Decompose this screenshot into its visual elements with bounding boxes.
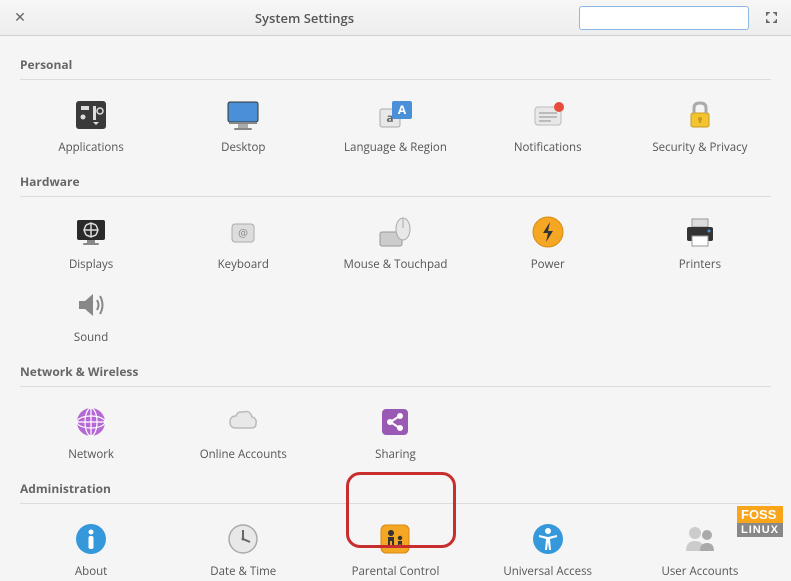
lock-icon — [681, 96, 719, 134]
search-field[interactable] — [579, 6, 749, 30]
item-language[interactable]: a A Language & Region — [324, 94, 466, 157]
close-icon: ✕ — [14, 8, 26, 27]
section-hardware: Hardware — [20, 163, 771, 197]
language-icon: a A — [376, 96, 414, 134]
item-displays[interactable]: Displays — [20, 211, 162, 274]
users-icon — [681, 520, 719, 558]
item-online-accounts[interactable]: Online Accounts — [172, 401, 314, 464]
network-grid: Network Online Accounts S — [20, 401, 771, 464]
cloud-icon — [224, 403, 262, 441]
label: Sound — [74, 330, 108, 345]
item-printers[interactable]: Printers — [629, 211, 771, 274]
printer-icon — [681, 213, 719, 251]
label: Security & Privacy — [652, 140, 747, 155]
item-parental-control[interactable]: Parental Control — [324, 518, 466, 581]
sound-icon — [72, 286, 110, 324]
label: Desktop — [221, 140, 265, 155]
watermark-bottom: LINUX — [737, 523, 783, 537]
personal-grid: Applications Desktop a A — [20, 94, 771, 157]
item-universal-access[interactable]: Universal Access — [477, 518, 619, 581]
item-security[interactable]: Security & Privacy — [629, 94, 771, 157]
item-mouse[interactable]: Mouse & Touchpad — [324, 211, 466, 274]
settings-content: Personal Applications — [0, 36, 791, 581]
search-input[interactable] — [590, 11, 745, 25]
label: Mouse & Touchpad — [344, 257, 448, 272]
watermark-top: FOSS — [737, 506, 783, 523]
label: Network — [68, 447, 114, 462]
displays-icon — [72, 213, 110, 251]
item-power[interactable]: Power — [477, 211, 619, 274]
item-applications[interactable]: Applications — [20, 94, 162, 157]
notifications-icon — [529, 96, 567, 134]
item-keyboard[interactable]: @ Keyboard — [172, 211, 314, 274]
item-sound[interactable]: Sound — [20, 284, 162, 347]
label: About — [75, 564, 107, 579]
svg-text:@: @ — [238, 226, 248, 241]
label: Displays — [69, 257, 113, 272]
item-desktop[interactable]: Desktop — [172, 94, 314, 157]
section-personal: Personal — [20, 46, 771, 80]
label: User Accounts — [661, 564, 738, 579]
titlebar: ✕ System Settings — [0, 0, 791, 36]
mouse-icon — [376, 213, 414, 251]
section-admin: Administration — [20, 470, 771, 504]
item-network[interactable]: Network — [20, 401, 162, 464]
item-datetime[interactable]: Date & Time — [172, 518, 314, 581]
sharing-icon — [376, 403, 414, 441]
label: Universal Access — [503, 564, 592, 579]
item-sharing[interactable]: Sharing — [324, 401, 466, 464]
admin-grid: About Date & Time — [20, 518, 771, 581]
label: Online Accounts — [200, 447, 287, 462]
label: Parental Control — [352, 564, 440, 579]
label: Notifications — [514, 140, 582, 155]
label: Date & Time — [210, 564, 276, 579]
window-title: System Settings — [30, 9, 579, 27]
close-button[interactable]: ✕ — [10, 8, 30, 28]
clock-icon — [224, 520, 262, 558]
hardware-grid: Displays @ Keyboard Mouse & Touchpad — [20, 211, 771, 347]
section-network: Network & Wireless — [20, 353, 771, 387]
item-notifications[interactable]: Notifications — [477, 94, 619, 157]
info-icon — [72, 520, 110, 558]
applications-icon — [72, 96, 110, 134]
label: Keyboard — [218, 257, 269, 272]
label: Applications — [58, 140, 124, 155]
label: Printers — [679, 257, 721, 272]
desktop-icon — [224, 96, 262, 134]
network-icon — [72, 403, 110, 441]
svg-text:A: A — [398, 101, 407, 118]
fullscreen-icon — [765, 11, 778, 24]
accessibility-icon — [529, 520, 567, 558]
label: Sharing — [375, 447, 416, 462]
parental-icon — [376, 520, 414, 558]
power-icon — [529, 213, 567, 251]
label: Language & Region — [344, 140, 447, 155]
item-about[interactable]: About — [20, 518, 162, 581]
keyboard-icon: @ — [224, 213, 262, 251]
label: Power — [531, 257, 565, 272]
watermark: FOSS LINUX — [737, 506, 783, 537]
fullscreen-button[interactable] — [761, 8, 781, 28]
